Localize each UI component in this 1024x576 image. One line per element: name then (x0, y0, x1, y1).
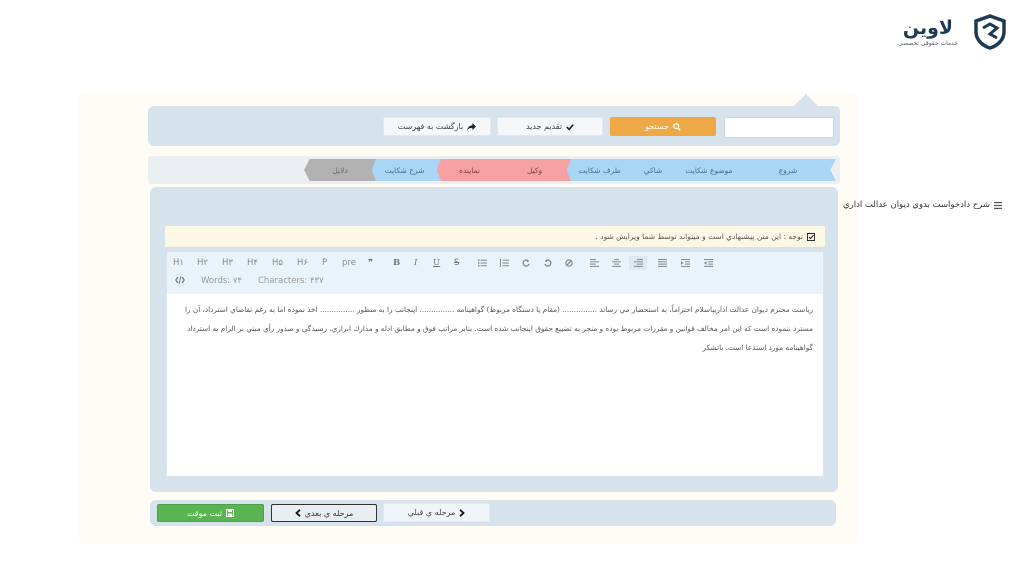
previous-step-label: مرحله ي قبلي (407, 508, 456, 517)
rich-text-editor: H۱ H۲ H۳ H۴ H۵ H۶ P pre ❞ B I U S Words:… (166, 251, 824, 477)
search-input[interactable] (724, 117, 834, 138)
editor-content[interactable]: رياست محترم ديوان عدالت اداريباسلام احتر… (173, 300, 813, 357)
search-button[interactable]: جستجو (610, 117, 716, 136)
search-icon (673, 122, 681, 131)
step-representative[interactable]: نماينده (433, 159, 506, 181)
panel-notch (794, 94, 818, 106)
align-right-icon (633, 259, 643, 267)
content-line: گواهينامه مورد استدعا است. باتشکر (702, 343, 813, 352)
redo-button[interactable] (520, 256, 532, 270)
align-right-button[interactable] (629, 256, 647, 270)
new-submission-button[interactable]: تقديم جديد (497, 117, 603, 136)
outdent-icon (680, 259, 690, 267)
wizard-steps: شروع موضوع شکايت شاکي طرف شکايت وکيل نما… (148, 156, 840, 184)
align-left-button[interactable] (588, 256, 600, 270)
redo-icon (522, 259, 530, 267)
save-draft-button[interactable]: ثبت موقت (157, 504, 264, 522)
clear-format-icon (565, 259, 573, 267)
brand-name: لاوین (902, 16, 954, 39)
heading-2-button[interactable]: H۲ (197, 256, 208, 270)
back-to-list-label: بازگشت به فهرست (397, 122, 464, 131)
search-label: جستجو (645, 122, 669, 131)
step-lawyer[interactable]: وکيل (498, 159, 571, 181)
heading-3-button[interactable]: H۳ (222, 256, 233, 270)
numbered-list-button[interactable] (498, 256, 510, 270)
shield-logo-icon (974, 14, 1006, 50)
heading-5-button[interactable]: H۵ (272, 256, 283, 270)
heading-4-button[interactable]: H۴ (247, 256, 258, 270)
underline-button[interactable]: U (433, 256, 440, 270)
undo-icon (544, 259, 552, 267)
back-to-list-button[interactable]: بازگشت به فهرست (383, 117, 491, 136)
bullet-list-icon (477, 259, 487, 267)
step-respondent[interactable]: طرف شکايت (563, 159, 636, 181)
indent-icon (703, 259, 713, 267)
quote-icon: ❞ (368, 258, 373, 268)
undo-button[interactable] (542, 256, 554, 270)
align-justify-button[interactable] (656, 256, 668, 270)
checkbox-edit-icon (807, 232, 815, 241)
numbered-list-icon (499, 259, 509, 267)
align-left-icon (589, 259, 599, 267)
character-count: Characters: ۴۳۷ (258, 276, 324, 286)
new-submission-label: تقديم جديد (525, 122, 563, 131)
brand-tagline: خدمات حقوقی تخصصی (897, 39, 958, 47)
italic-button[interactable]: I (414, 256, 417, 270)
heading-1-button[interactable]: H۱ (173, 256, 184, 270)
bold-button[interactable]: B (393, 256, 400, 270)
editor-toolbar: H۱ H۲ H۳ H۴ H۵ H۶ P pre ❞ B I U S Words:… (167, 252, 823, 294)
notice-banner: توجه : اين متن پيشنهادي است و ميتواند تو… (165, 226, 825, 247)
outdent-button[interactable] (679, 256, 691, 270)
save-icon (226, 509, 235, 517)
step-complaint-subject[interactable]: موضوع شکايت (670, 159, 748, 181)
clear-format-button[interactable] (563, 256, 575, 270)
section-title: شرح دادخواست بدوي ديوان عدالت اداري (843, 200, 1002, 210)
indent-button[interactable] (702, 256, 714, 270)
share-arrow-icon (467, 122, 477, 131)
next-step-label: مرحله ي بعدي (304, 508, 354, 518)
chevron-left-icon (294, 509, 301, 517)
strikethrough-button[interactable]: S (454, 256, 459, 270)
align-justify-icon (657, 259, 667, 267)
step-complaint-description[interactable]: شرح شکايت (368, 159, 441, 181)
content-line: رياست محترم ديوان عدالت اداريباسلام احتر… (184, 305, 813, 314)
align-center-button[interactable] (610, 256, 622, 270)
word-count: Words: ۷۴ (201, 276, 242, 286)
step-start[interactable]: شروع (740, 159, 836, 181)
align-center-icon (611, 259, 621, 267)
step-reasons[interactable]: دلايل (304, 159, 376, 181)
code-icon (175, 276, 185, 284)
source-code-button[interactable] (175, 276, 185, 284)
save-draft-label: ثبت موقت (186, 508, 223, 518)
check-icon (566, 123, 574, 131)
step-complainant[interactable]: شاکي (628, 159, 678, 181)
previous-step-button[interactable]: مرحله ي قبلي (383, 503, 490, 522)
paragraph-button[interactable]: P (322, 256, 327, 270)
brand-logo: لاوین خدمات حقوقی تخصصی (898, 14, 1008, 50)
heading-6-button[interactable]: H۶ (297, 256, 308, 270)
next-step-button[interactable]: مرحله ي بعدي (271, 504, 377, 522)
bullet-list-button[interactable] (476, 256, 488, 270)
list-icon (994, 201, 1002, 209)
blockquote-button[interactable]: ❞ (368, 256, 373, 270)
preformatted-button[interactable]: pre (342, 256, 356, 270)
chevron-right-icon (459, 508, 466, 517)
content-line: مسترد ننموده است که اين امر مخالف قوانين… (187, 324, 813, 333)
